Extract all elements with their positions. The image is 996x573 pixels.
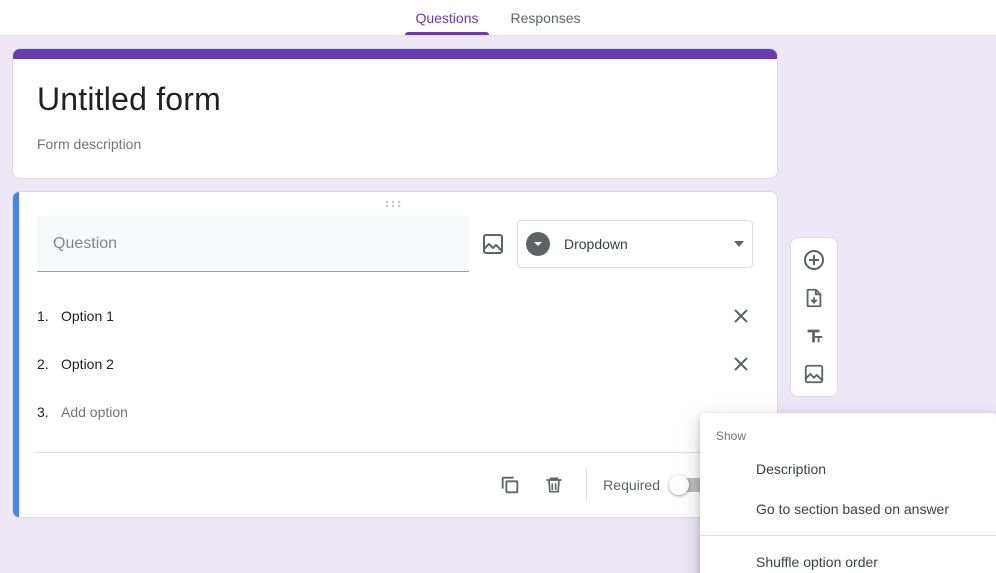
text-icon xyxy=(803,325,825,347)
option-row: 1. Option 1 xyxy=(37,292,753,340)
add-option-label: Add option xyxy=(61,404,753,420)
tab-questions[interactable]: Questions xyxy=(411,10,482,35)
duplicate-icon xyxy=(499,474,521,496)
dropdown-type-icon xyxy=(526,232,550,256)
remove-option-button[interactable] xyxy=(729,352,753,376)
delete-button[interactable] xyxy=(534,465,574,505)
divider xyxy=(586,469,587,501)
question-card: Question Dropdown 1. Option 1 xyxy=(12,191,778,518)
side-toolbar xyxy=(790,237,838,397)
remove-option-button[interactable] xyxy=(729,304,753,328)
form-header-card: Untitled form Form description xyxy=(12,48,778,179)
question-type-label: Dropdown xyxy=(564,236,628,252)
tab-responses[interactable]: Responses xyxy=(507,10,585,35)
work-area: Untitled form Form description Question … xyxy=(0,36,996,573)
trash-icon xyxy=(544,474,564,496)
option-number: 1. xyxy=(37,308,61,324)
close-icon xyxy=(732,355,750,373)
question-input[interactable]: Question xyxy=(37,216,469,272)
header-accent-bar xyxy=(13,49,777,59)
option-text[interactable]: Option 2 xyxy=(61,356,729,372)
option-number: 3. xyxy=(37,404,61,420)
required-label: Required xyxy=(603,477,660,493)
question-type-select[interactable]: Dropdown xyxy=(517,220,753,268)
drag-handle-icon xyxy=(385,200,405,208)
import-questions-button[interactable] xyxy=(796,280,832,316)
drag-handle[interactable] xyxy=(13,192,777,216)
option-number: 2. xyxy=(37,356,61,372)
top-tabbar: Questions Responses xyxy=(0,0,996,36)
import-icon xyxy=(803,287,825,309)
chevron-down-icon xyxy=(734,241,744,247)
question-more-menu: Show Description Go to section based on … xyxy=(700,413,996,573)
option-row: 2. Option 2 xyxy=(37,340,753,388)
add-image-sidebar-button[interactable] xyxy=(796,356,832,392)
image-icon xyxy=(803,363,825,385)
form-description[interactable]: Form description xyxy=(37,136,753,152)
close-icon xyxy=(732,307,750,325)
image-icon xyxy=(481,232,505,256)
add-option-row[interactable]: 3. Add option xyxy=(37,388,753,436)
form-title[interactable]: Untitled form xyxy=(37,81,753,118)
option-text[interactable]: Option 1 xyxy=(61,308,729,324)
menu-section-header: Show xyxy=(700,421,996,449)
add-title-button[interactable] xyxy=(796,318,832,354)
add-question-button[interactable] xyxy=(796,242,832,278)
menu-item-description[interactable]: Description xyxy=(700,449,996,489)
divider xyxy=(700,535,996,536)
add-image-button[interactable] xyxy=(481,232,505,256)
plus-circle-icon xyxy=(802,248,826,272)
focus-indicator xyxy=(13,192,19,517)
menu-item-goto-section[interactable]: Go to section based on answer xyxy=(700,489,996,529)
duplicate-button[interactable] xyxy=(490,465,530,505)
menu-item-shuffle[interactable]: Shuffle option order xyxy=(700,542,996,573)
